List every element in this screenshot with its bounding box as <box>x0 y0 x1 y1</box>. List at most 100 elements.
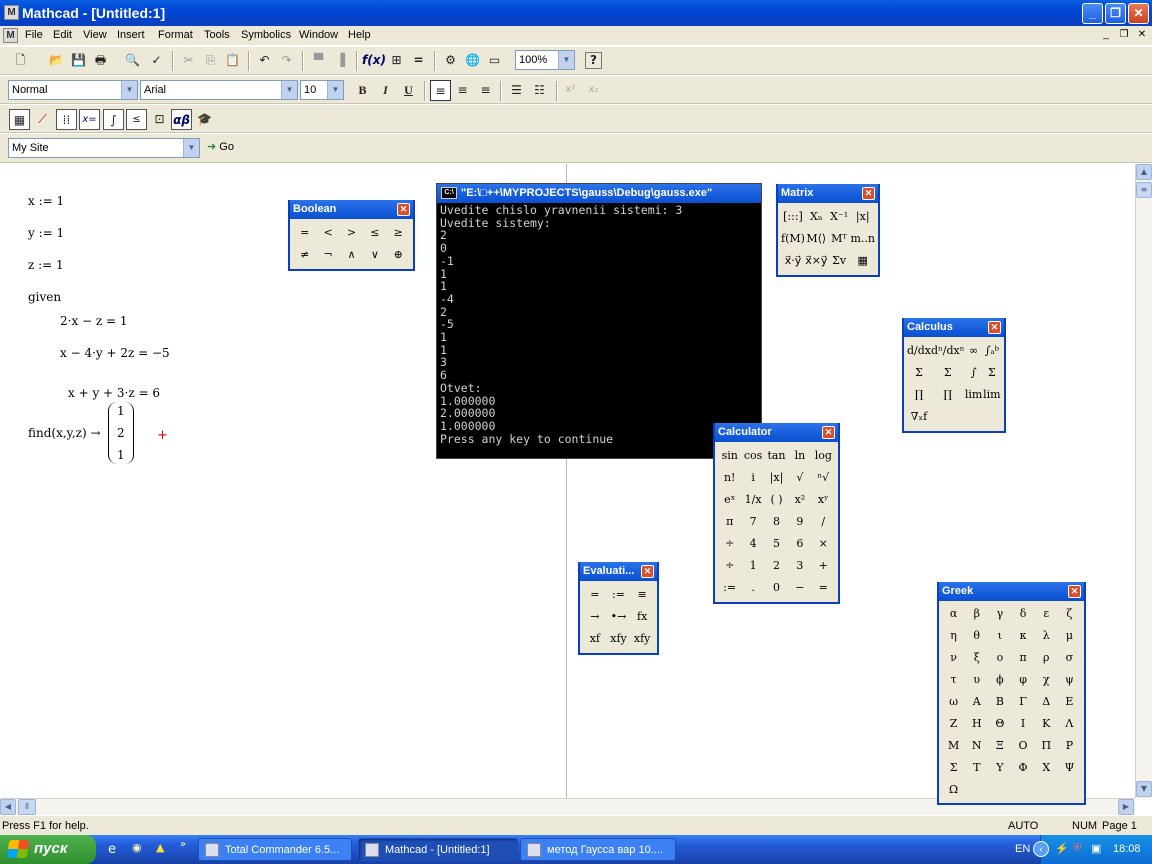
boolean-palette-button[interactable]: ⊕ <box>387 244 410 266</box>
superscript-icon[interactable]: x² <box>560 80 581 101</box>
matrix-palette-button[interactable]: M⟨⟩ <box>805 228 828 250</box>
align-center-icon[interactable]: ≡ <box>452 80 473 101</box>
greek-palette-button[interactable]: Σ <box>942 757 965 779</box>
calculator-palette-button[interactable]: 4 <box>741 533 764 555</box>
calculus-palette-button[interactable]: ∫ₐᵇ <box>983 340 1001 362</box>
calculator-palette-button[interactable]: × <box>812 533 835 555</box>
scroll-down-icon[interactable]: ▼ <box>1136 781 1152 797</box>
greek-palette-button[interactable]: Ο <box>1011 735 1034 757</box>
matrix-palette-button[interactable]: X⁻¹ <box>828 206 851 228</box>
taskbar-item-word-document[interactable]: метод Гаусса вар 10.... <box>520 838 676 861</box>
menu-view[interactable]: View <box>83 29 107 41</box>
greek-palette-button[interactable]: θ <box>965 625 988 647</box>
calculator-palette-button[interactable]: ( ) <box>765 489 788 511</box>
scroll-up-icon[interactable]: ▲ <box>1136 164 1152 180</box>
greek-palette-button[interactable]: Ξ <box>988 735 1011 757</box>
vertical-scrollbar[interactable]: ▲ ≡ ▼ <box>1135 164 1152 798</box>
greek-palette-button[interactable]: Ψ <box>1058 757 1081 779</box>
math-region[interactable]: x − 4·y + 2z = −5 <box>60 346 170 360</box>
style-select[interactable]: Normal ▼ <box>8 80 138 100</box>
calculate-icon[interactable]: = <box>408 50 429 71</box>
insert-function-icon[interactable]: f(x) <box>362 50 386 71</box>
calculator-palette-button[interactable]: := <box>718 577 741 599</box>
palette-title-bar[interactable]: Calculus ✕ <box>904 318 1004 337</box>
calculus-palette-button[interactable]: ∏ <box>907 384 931 406</box>
minimize-button[interactable]: _ <box>1082 3 1103 24</box>
calculator-palette-button[interactable]: i <box>741 467 764 489</box>
align-across-icon[interactable]: ▀ <box>308 50 329 71</box>
italic-button[interactable]: I <box>375 80 396 101</box>
evaluation-toolbar-icon[interactable]: x= <box>79 109 100 130</box>
boolean-palette-button[interactable]: = <box>293 222 316 244</box>
math-region[interactable]: given <box>28 290 61 304</box>
greek-palette-button[interactable]: β <box>965 603 988 625</box>
greek-palette-button[interactable]: π <box>1011 647 1034 669</box>
taskbar-item-total-commander[interactable]: Total Commander 6.5... <box>198 838 352 861</box>
calculator-palette-button[interactable]: sin <box>718 445 741 467</box>
greek-palette-button[interactable]: δ <box>1011 603 1034 625</box>
font-size-select[interactable]: 10 ▼ <box>300 80 344 100</box>
greek-palette-button[interactable]: ψ <box>1058 669 1081 691</box>
calculus-palette-button[interactable]: ∞ <box>965 340 983 362</box>
scroll-thumb[interactable]: ⦀ <box>18 799 36 815</box>
calculator-palette-button[interactable]: 1 <box>741 555 764 577</box>
help-icon[interactable]: ? <box>585 52 602 69</box>
calculator-palette-button[interactable]: |x| <box>765 467 788 489</box>
greek-palette-button[interactable]: ι <box>988 625 1011 647</box>
calculus-palette-button[interactable]: lim <box>965 384 983 406</box>
close-icon[interactable]: ✕ <box>1068 585 1081 598</box>
doc-close-button[interactable]: ✕ <box>1134 28 1150 43</box>
new-icon[interactable]: 🗋 <box>10 50 31 71</box>
calculus-palette-button[interactable]: ∇ₓf <box>907 406 931 428</box>
math-region[interactable]: x := 1 <box>28 194 64 208</box>
boolean-palette-button[interactable]: ≤ <box>363 222 386 244</box>
calculator-palette-button[interactable]: 8 <box>765 511 788 533</box>
calculator-palette-button[interactable]: − <box>788 577 811 599</box>
math-region[interactable]: 2·x − z = 1 <box>60 314 128 328</box>
greek-palette-button[interactable]: Ι <box>1011 713 1034 735</box>
greek-palette-button[interactable]: μ <box>1058 625 1081 647</box>
paste-icon[interactable]: 📋 <box>222 50 243 71</box>
calculator-palette-button[interactable]: tan <box>765 445 788 467</box>
greek-palette-button[interactable]: Γ <box>1011 691 1034 713</box>
font-select[interactable]: Arial ▼ <box>140 80 298 100</box>
align-down-icon[interactable]: ▐ <box>330 50 351 71</box>
matrix-palette-button[interactable]: [:::] <box>781 206 805 228</box>
menu-edit[interactable]: Edit <box>53 29 72 41</box>
greek-palette-button[interactable]: Λ <box>1058 713 1081 735</box>
matrix-palette-button[interactable]: Mᵀ <box>828 228 851 250</box>
greek-palette-button[interactable]: Μ <box>942 735 965 757</box>
calculator-palette-button[interactable]: π <box>718 511 741 533</box>
evaluation-palette-button[interactable]: •→ <box>607 606 631 628</box>
bold-button[interactable]: B <box>352 80 373 101</box>
palette-title-bar[interactable]: Calculator ✕ <box>715 423 838 442</box>
doc-minimize-button[interactable]: _ <box>1098 28 1114 43</box>
menu-file[interactable]: File <box>25 29 43 41</box>
undo-icon[interactable]: ↶ <box>254 50 275 71</box>
boolean-palette-button[interactable]: ≥ <box>387 222 410 244</box>
doc-restore-button[interactable]: ❐ <box>1116 28 1132 43</box>
open-icon[interactable]: 📂 <box>46 50 67 71</box>
calculus-palette-button[interactable]: ∫ <box>965 362 983 384</box>
calculator-palette-button[interactable]: 2 <box>765 555 788 577</box>
subscript-icon[interactable]: x₂ <box>583 80 604 101</box>
scroll-thumb[interactable]: ≡ <box>1136 182 1152 198</box>
numbering-icon[interactable]: ☷ <box>529 80 550 101</box>
result-vector[interactable]: 1 2 1 <box>108 402 134 464</box>
quicklaunch-app-icon[interactable]: ▲ <box>156 841 164 854</box>
greek-palette-button[interactable]: λ <box>1035 625 1058 647</box>
greek-palette-button[interactable]: Κ <box>1035 713 1058 735</box>
greek-palette-button[interactable]: Δ <box>1035 691 1058 713</box>
document-icon[interactable]: M <box>3 28 18 43</box>
close-icon[interactable]: ✕ <box>988 321 1001 334</box>
calculator-palette-button[interactable]: √ <box>788 467 811 489</box>
math-region[interactable]: x + y + 3·z = 6 <box>68 386 160 400</box>
greek-palette-button[interactable]: τ <box>942 669 965 691</box>
window-icon[interactable]: ▭ <box>484 50 505 71</box>
chevron-down-icon[interactable]: ▼ <box>558 51 574 69</box>
greek-palette-button[interactable]: ω <box>942 691 965 713</box>
chevron-down-icon[interactable]: ▼ <box>183 139 199 157</box>
matrix-palette-button[interactable]: m..n <box>850 228 875 250</box>
boolean-palette-button[interactable]: ∨ <box>363 244 386 266</box>
maximize-button[interactable]: ❐ <box>1105 3 1126 24</box>
